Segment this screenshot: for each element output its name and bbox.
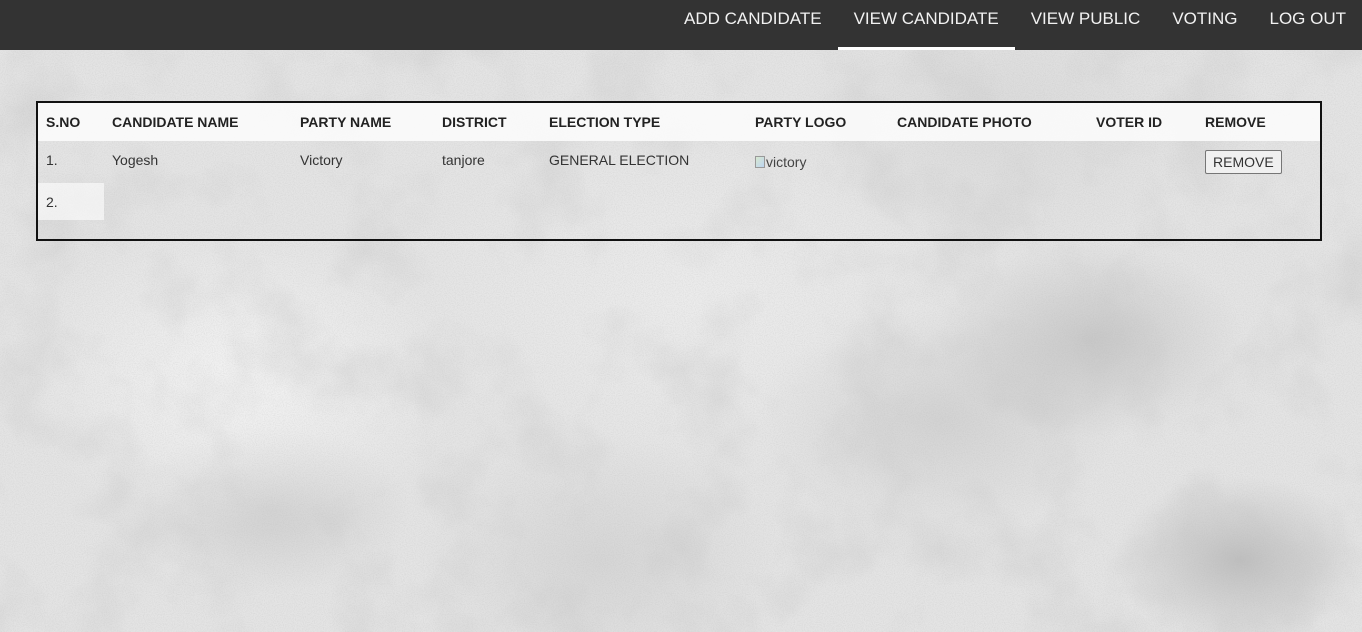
nav-view-public[interactable]: VIEW PUBLIC [1015,0,1157,50]
header-party-logo: PARTY LOGO [747,103,889,141]
header-party-name: PARTY NAME [292,103,434,141]
table-header-row: S.NO CANDIDATE NAME PARTY NAME DISTRICT … [38,103,1320,141]
header-sno: S.NO [38,103,104,141]
nav-view-candidate[interactable]: VIEW CANDIDATE [837,0,1015,50]
party-logo-alt-text: victory [766,154,807,170]
table-row: 2. [38,183,1320,220]
cell-party-name: Victory [300,152,343,168]
candidates-table: S.NO CANDIDATE NAME PARTY NAME DISTRICT … [38,103,1320,220]
nav-log-out[interactable]: LOG OUT [1253,0,1362,50]
party-logo-image: victory [755,154,806,170]
header-district: DISTRICT [434,103,541,141]
nav-voting[interactable]: VOTING [1156,0,1253,50]
table-row: 1. Yogesh Victory tanjore GENERAL ELECTI… [38,141,1320,183]
cell-sno: 1. [46,152,58,168]
header-voter-id: VOTER ID [1088,103,1197,141]
nav-add-candidate[interactable]: ADD CANDIDATE [668,0,838,50]
top-navbar: ADD CANDIDATE VIEW CANDIDATE VIEW PUBLIC… [0,0,1362,50]
header-candidate-name: CANDIDATE NAME [104,103,292,141]
cell-empty [104,183,1320,220]
cell-candidate-photo [889,141,1088,183]
remove-button[interactable]: REMOVE [1205,150,1282,174]
cell-sno: 2. [38,183,104,220]
broken-image-icon [755,156,765,168]
concrete-background [0,0,1362,632]
nav-menu: ADD CANDIDATE VIEW CANDIDATE VIEW PUBLIC… [668,0,1362,50]
candidates-table-container: S.NO CANDIDATE NAME PARTY NAME DISTRICT … [36,101,1322,241]
cell-remove: REMOVE [1197,141,1320,183]
cell-candidate-name: Yogesh [112,152,159,168]
header-election-type: ELECTION TYPE [541,103,747,141]
cell-election-type: GENERAL ELECTION [549,152,690,168]
cell-district: tanjore [442,152,485,168]
header-candidate-photo: CANDIDATE PHOTO [889,103,1088,141]
cell-voter-id [1088,141,1197,183]
header-remove: REMOVE [1197,103,1320,141]
cell-party-logo: victory [747,141,889,183]
